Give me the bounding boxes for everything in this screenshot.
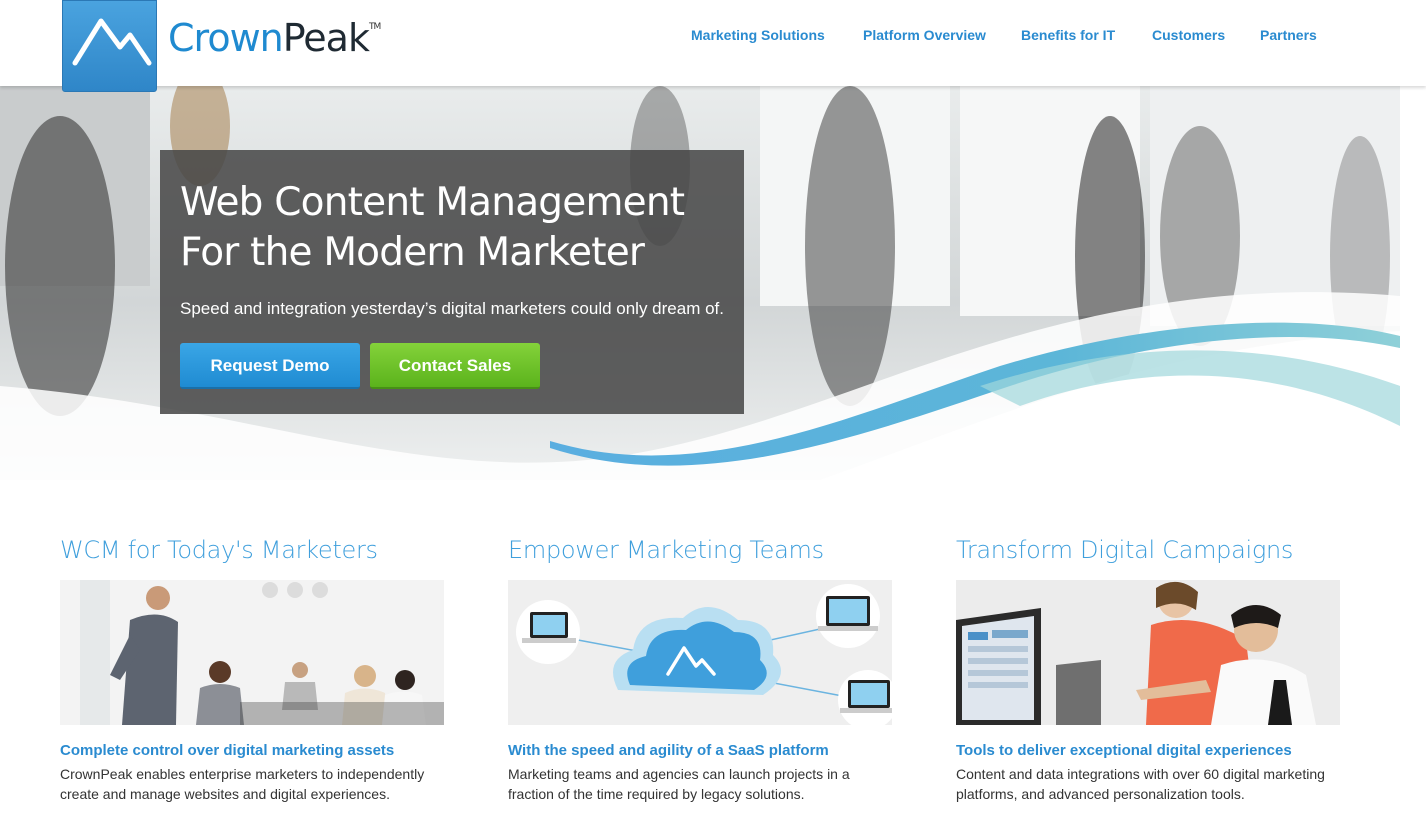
feature-heading[interactable]: Empower Marketing Teams	[508, 536, 892, 564]
cloud-network-illustration	[508, 580, 892, 725]
mountain-icon	[72, 18, 152, 66]
hero-banner: Web Content Management For the Modern Ma…	[0, 86, 1400, 480]
feature-description: Content and data integrations with over …	[956, 766, 1325, 802]
feature-description: CrownPeak enables enterprise marketers t…	[60, 766, 425, 802]
feature-heading[interactable]: WCM for Today's Marketers	[60, 536, 444, 564]
team-meeting-photo[interactable]	[60, 580, 444, 725]
feature-subheading[interactable]: Complete control over digital marketing …	[60, 742, 394, 759]
site-header: CrownPeakTM Marketing Solutions Platform…	[0, 0, 1426, 86]
feature-subheading[interactable]: With the speed and agility of a SaaS pla…	[508, 742, 829, 759]
nav-marketing-solutions[interactable]: Marketing Solutions	[691, 27, 825, 43]
nav-customers[interactable]: Customers	[1152, 27, 1225, 43]
feature-column-marketers: WCM for Today's Marketers Complete contr…	[60, 536, 444, 802]
campaign-team-photo[interactable]	[956, 580, 1340, 725]
cloud-network-graphic[interactable]	[508, 580, 892, 725]
logo-icon[interactable]	[62, 0, 157, 92]
feature-subheading[interactable]: Tools to deliver exceptional digital exp…	[956, 742, 1292, 759]
campaign-team-illustration	[956, 580, 1340, 725]
feature-heading[interactable]: Transform Digital Campaigns	[956, 536, 1340, 564]
main-nav: Marketing Solutions Platform Overview Be…	[0, 27, 1426, 47]
nav-partners[interactable]: Partners	[1260, 27, 1317, 43]
feature-description: Marketing teams and agencies can launch …	[508, 766, 850, 802]
hero-panel: Web Content Management For the Modern Ma…	[160, 150, 744, 414]
contact-sales-button[interactable]: Contact Sales	[370, 343, 540, 389]
request-demo-button[interactable]: Request Demo	[180, 343, 360, 389]
hero-title: Web Content Management For the Modern Ma…	[180, 180, 685, 275]
nav-benefits-for-it[interactable]: Benefits for IT	[1021, 27, 1115, 43]
hero-subtitle: Speed and integration yesterday’s digita…	[180, 299, 724, 318]
nav-platform-overview[interactable]: Platform Overview	[863, 27, 986, 43]
feature-column-campaigns: Transform Digital Campaigns Tools to del…	[956, 536, 1340, 802]
team-meeting-illustration	[60, 580, 444, 725]
feature-column-teams: Empower Marketing Teams With the speed a…	[508, 536, 892, 802]
